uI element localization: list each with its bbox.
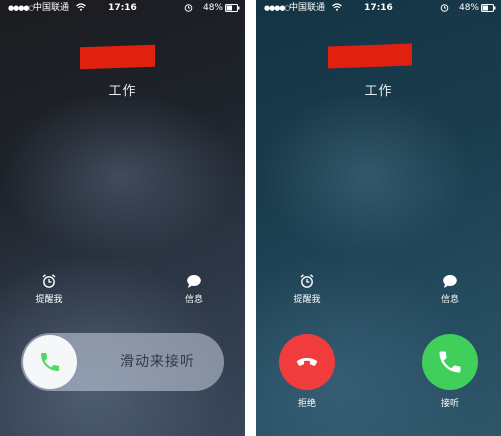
slide-to-answer-text: 滑动来接听 [120, 354, 195, 370]
phone-handset-icon [439, 351, 461, 373]
remind-me-button[interactable]: 提醒我 [24, 273, 74, 305]
caller-name-redacted [80, 44, 155, 70]
caller-name-redacted [328, 43, 412, 69]
caller-label: 工作 [108, 84, 137, 99]
accept-button[interactable] [422, 334, 478, 390]
decline-label: 拒绝 [297, 399, 316, 409]
remind-me-button[interactable]: 提醒我 [282, 273, 332, 305]
message-bubble-icon [443, 275, 457, 288]
alarm-status-icon [184, 4, 193, 12]
phone-handset-icon [41, 353, 59, 371]
battery-percent: 48% [202, 3, 223, 13]
message-button[interactable]: 信息 [425, 273, 475, 305]
phone-hangup-icon [296, 358, 318, 366]
battery-percent: 48% [458, 3, 479, 13]
alarm-icon [42, 274, 56, 288]
message-label: 信息 [440, 295, 459, 305]
remind-me-label: 提醒我 [35, 295, 63, 305]
slide-to-answer-slider[interactable]: 滑动来接听 [21, 333, 224, 391]
battery-icon [225, 4, 240, 12]
message-button[interactable]: 信息 [169, 273, 219, 305]
message-bubble-icon [187, 275, 201, 288]
alarm-icon [300, 274, 314, 288]
caller-label: 工作 [364, 84, 393, 99]
incoming-call-screen-unlocked: ●●●●○ 中国联通 17:16 48% 工作 提醒我 信息 拒绝 接听 [256, 0, 501, 436]
accept-label: 接听 [440, 399, 459, 409]
incoming-call-screen-locked: ●●●●○ 中国联通 17:16 48% 工作 提醒我 信息 滑动来接听 [0, 0, 245, 436]
status-bar: ●●●●○ 中国联通 17:16 48% [0, 0, 245, 16]
battery-icon [481, 4, 496, 12]
remind-me-label: 提醒我 [293, 295, 321, 305]
slider-thumb[interactable] [23, 335, 77, 389]
status-bar: ●●●●○ 中国联通 17:16 48% [256, 0, 501, 16]
message-label: 信息 [184, 295, 203, 305]
alarm-status-icon [440, 4, 449, 12]
decline-button[interactable] [279, 334, 335, 390]
